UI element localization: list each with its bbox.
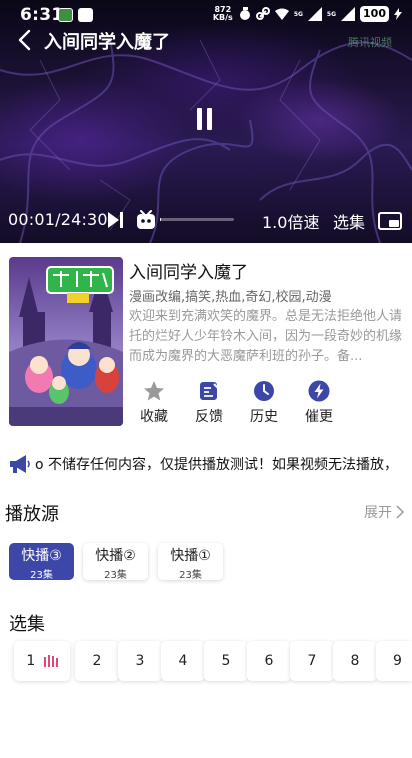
action-label: 收藏: [140, 409, 168, 425]
progress-bar[interactable]: [160, 218, 234, 221]
net-speed: 872 KB/s: [212, 6, 234, 22]
episode-button[interactable]: 9: [376, 641, 412, 681]
episode-button[interactable]: 6: [247, 641, 291, 681]
favorite-button[interactable]: 收藏: [134, 378, 174, 426]
action-label: 催更: [305, 409, 333, 425]
clock-icon: [254, 381, 274, 401]
back-arrow-icon[interactable]: [14, 28, 38, 52]
source-button[interactable]: 快播② 23集: [83, 543, 148, 581]
source-button[interactable]: 快播① 23集: [158, 543, 223, 581]
app-notification-icon: [78, 8, 93, 22]
source-name: 快播③: [21, 548, 62, 564]
source-button[interactable]: 快播③ 23集: [9, 543, 74, 581]
episode-number: 9: [393, 653, 402, 669]
episode-button[interactable]: 4: [161, 641, 205, 681]
chevron-right-icon: [396, 505, 404, 519]
source-episode-count: 23集: [30, 570, 53, 581]
charging-icon: [394, 8, 402, 20]
feedback-icon: [200, 382, 219, 400]
now-playing-icon: [43, 655, 58, 667]
episode-button[interactable]: 1: [14, 641, 70, 681]
wifi-icon: [274, 8, 289, 20]
episodes-title: 选集: [9, 614, 45, 635]
action-label: 反馈: [195, 409, 223, 425]
episode-select-button[interactable]: 选集: [333, 209, 365, 233]
video-watermark: 腾讯视频: [348, 36, 392, 49]
episode-number: 5: [221, 653, 231, 669]
episode-button[interactable]: 7: [290, 641, 334, 681]
signal-icon: [341, 7, 356, 21]
notice-text: o 不储存任何内容，仅提供播放测试！如果视频无法播放，: [35, 457, 399, 473]
episode-number: 3: [135, 653, 145, 669]
episode-button[interactable]: 8: [333, 641, 377, 681]
next-episode-icon[interactable]: [107, 211, 125, 229]
playback-time: 00:01/24:30: [8, 210, 108, 229]
episode-number: 1: [26, 653, 36, 669]
status-time: 6:31: [20, 5, 64, 25]
signal-icon: [307, 7, 322, 21]
action-label: 历史: [250, 409, 278, 425]
request-update-button[interactable]: 催更: [299, 378, 339, 426]
pause-bar: [207, 108, 212, 130]
megaphone-icon: [10, 455, 30, 473]
source-name: 快播①: [170, 548, 211, 564]
playback-speed-button[interactable]: 1.0倍速: [262, 209, 319, 233]
expand-sources-button[interactable]: 展开: [364, 502, 404, 522]
expand-label: 展开: [364, 505, 392, 521]
source-episode-count: 23集: [104, 570, 127, 581]
pip-icon: [389, 220, 399, 227]
battery-indicator: 100: [360, 6, 389, 22]
source-name: 快播②: [95, 548, 136, 564]
history-button[interactable]: 历史: [244, 378, 284, 426]
status-bar: 6:31 872 KB/s 5G 5G 100: [0, 0, 412, 28]
feedback-button[interactable]: 反馈: [189, 378, 229, 426]
anime-title: 入间同学入魔了: [129, 263, 248, 283]
pause-button[interactable]: [195, 108, 215, 130]
video-title: 入间同学入魔了: [44, 32, 170, 53]
picture-in-picture-button[interactable]: [378, 212, 402, 230]
anime-poster[interactable]: [9, 257, 123, 426]
episode-number: 7: [307, 653, 317, 669]
episode-number: 2: [92, 653, 102, 669]
app-notification-icon: [58, 8, 73, 22]
action-bar: 收藏 反馈 历史 催更: [131, 378, 371, 426]
player-topbar: 入间同学入魔了 腾讯视频: [0, 26, 412, 54]
sources-title: 播放源: [5, 504, 59, 525]
progress-fill: [160, 218, 162, 221]
alarm-icon: [239, 7, 250, 20]
net-speed-unit: KB/s: [212, 13, 233, 22]
source-episode-count: 23集: [179, 570, 202, 581]
episode-number: 8: [350, 653, 360, 669]
link-icon: [255, 7, 270, 20]
anime-tags: 漫画改编,搞笑,热血,奇幻,校园,动漫: [129, 290, 332, 305]
star-icon: [144, 381, 164, 401]
lightning-icon: [308, 380, 330, 402]
notice-banner[interactable]: o 不储存任何内容，仅提供播放测试！如果视频无法播放，: [9, 453, 407, 477]
episode-button[interactable]: 5: [204, 641, 248, 681]
episode-button[interactable]: 3: [118, 641, 162, 681]
episode-button[interactable]: 2: [75, 641, 119, 681]
pause-bar: [197, 108, 202, 130]
anime-description[interactable]: 欢迎来到充满欢笑的魔界。总是无法拒绝他人请托的烂好人少年铃木入间，因为一段奇妙的…: [129, 307, 403, 367]
episode-number: 6: [264, 653, 274, 669]
episode-number: 4: [178, 653, 188, 669]
video-player[interactable]: 6:31 872 KB/s 5G 5G 100 入间同学入魔了 腾讯视频 00:…: [0, 0, 412, 243]
player-controls: 00:01/24:30 1.0倍速 选集: [0, 205, 412, 235]
signal-label: 5G: [293, 10, 303, 18]
danmaku-toggle-icon[interactable]: [136, 210, 156, 230]
signal-label: 5G: [326, 10, 337, 18]
poster-image: [9, 257, 123, 426]
